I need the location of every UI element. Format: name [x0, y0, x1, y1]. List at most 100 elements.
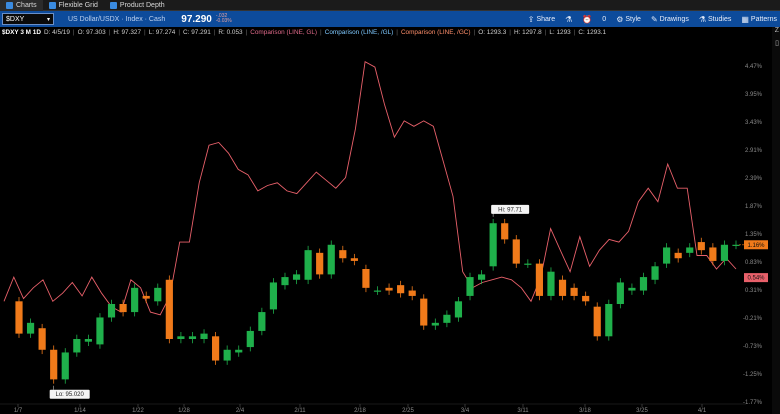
candle-down[interactable]: [316, 252, 324, 275]
candle-up[interactable]: [663, 247, 671, 264]
candle-up[interactable]: [373, 290, 382, 292]
alert-icon[interactable]: ⏰: [582, 15, 592, 24]
candle-up[interactable]: [84, 339, 92, 342]
separator: |: [72, 29, 75, 36]
candle-down[interactable]: [15, 301, 23, 334]
candle-down[interactable]: [362, 269, 370, 288]
candle-up[interactable]: [443, 314, 451, 323]
candle-up[interactable]: [96, 317, 104, 345]
tab-charts[interactable]: Charts: [0, 0, 43, 11]
candle-up[interactable]: [107, 304, 116, 318]
candle-down[interactable]: [582, 295, 590, 302]
share-button[interactable]: ⇪ Share: [528, 15, 555, 24]
candle-up[interactable]: [327, 244, 335, 275]
comparison-3-close: C: 1293.1: [578, 29, 607, 36]
candle-down[interactable]: [512, 239, 520, 264]
candle-down[interactable]: [165, 279, 173, 339]
comparison-2-label[interactable]: Comparison (LINE, /GL): [325, 29, 394, 36]
candle-up[interactable]: [235, 349, 243, 353]
x-tick-label: 3/11: [517, 408, 529, 414]
candle-up[interactable]: [651, 266, 659, 280]
expand-icon[interactable]: Ζ: [775, 27, 779, 34]
x-tick-label: 4/1: [698, 408, 707, 414]
flask-icon[interactable]: ⚗: [565, 15, 572, 24]
candle-up[interactable]: [131, 287, 139, 313]
candle-down[interactable]: [697, 242, 705, 251]
pattern-icon: ▦: [741, 14, 749, 24]
candle-down[interactable]: [593, 306, 601, 337]
candle-up[interactable]: [223, 349, 231, 361]
style-button[interactable]: ⚙ Style: [616, 15, 641, 24]
candle-up[interactable]: [269, 282, 278, 310]
candle-down[interactable]: [142, 295, 150, 299]
candle-up[interactable]: [720, 244, 729, 261]
separator: |: [108, 29, 111, 36]
x-tick-label: 2/11: [294, 408, 306, 414]
separator: |: [320, 29, 322, 36]
candle-up[interactable]: [477, 274, 486, 280]
candle-down[interactable]: [408, 290, 416, 296]
symbol-input[interactable]: $DXY ▾: [2, 13, 54, 25]
comparison-3-low: L: 1293: [549, 29, 571, 36]
candle-up[interactable]: [605, 304, 613, 337]
comparison-1-label[interactable]: Comparison (LINE, GL): [250, 29, 317, 36]
candle-up[interactable]: [292, 274, 301, 280]
separator: |: [144, 29, 146, 36]
candle-down[interactable]: [38, 328, 46, 350]
candle-down[interactable]: [501, 223, 509, 240]
candle-up[interactable]: [281, 277, 289, 286]
candle-up[interactable]: [304, 250, 312, 280]
candle-down[interactable]: [558, 279, 567, 296]
candle-down[interactable]: [535, 263, 543, 296]
candle-down[interactable]: [339, 250, 347, 259]
candle-up[interactable]: [246, 330, 254, 348]
candle-down[interactable]: [674, 252, 682, 259]
candle-up[interactable]: [200, 333, 208, 339]
candle-up[interactable]: [73, 339, 81, 353]
candle-up[interactable]: [466, 277, 474, 296]
candle-up[interactable]: [454, 301, 463, 318]
candle-up[interactable]: [177, 336, 185, 339]
candle-up[interactable]: [732, 244, 740, 246]
info-range: R: 0.053: [218, 29, 243, 36]
change-percent: -0.03%: [215, 18, 232, 24]
candle-down[interactable]: [397, 285, 405, 294]
candle-down[interactable]: [570, 287, 578, 296]
candle-up[interactable]: [524, 263, 532, 265]
candle-down[interactable]: [50, 349, 58, 380]
candle-up[interactable]: [188, 336, 197, 339]
candle-up[interactable]: [489, 223, 497, 267]
x-tick-label: 3/25: [636, 408, 648, 414]
comparison-3-label[interactable]: Comparison (LINE, /GC): [401, 29, 471, 36]
candle-up[interactable]: [431, 322, 439, 326]
candle-down[interactable]: [385, 287, 393, 291]
price-chart[interactable]: 4.47% 3.95% 3.43% 2.91% 2.39% 1.87% 1.35% 0.83%…: [0, 38, 772, 414]
candle-up[interactable]: [258, 312, 266, 331]
comparison-3-open: O: 1293.3: [478, 29, 507, 36]
y-tick-label: 3.43%: [745, 120, 763, 126]
collapse-icon[interactable]: ▯: [775, 39, 779, 47]
y-tick-label: 1.87%: [745, 204, 763, 210]
candle-up[interactable]: [154, 287, 162, 302]
tab-flexible-grid[interactable]: Flexible Grid: [43, 0, 104, 11]
alert-count[interactable]: 0: [602, 16, 606, 23]
studies-button[interactable]: ⚗ Studies: [699, 15, 732, 24]
y-tick-label: -1.77%: [743, 400, 763, 406]
candle-up[interactable]: [26, 322, 35, 334]
separator: |: [245, 29, 248, 36]
patterns-button[interactable]: ▦ Patterns: [741, 15, 777, 24]
tab-product-depth[interactable]: Product Depth: [104, 0, 171, 11]
candle-down[interactable]: [350, 258, 358, 261]
candle-up[interactable]: [686, 247, 694, 253]
drawings-button[interactable]: ✎ Drawings: [651, 15, 689, 24]
candle-up[interactable]: [628, 287, 636, 291]
candle-down[interactable]: [420, 298, 428, 326]
candle-up[interactable]: [61, 352, 69, 380]
candle-down[interactable]: [212, 336, 220, 361]
candle-up[interactable]: [547, 271, 555, 296]
candle-down[interactable]: [709, 247, 717, 261]
candle-up[interactable]: [616, 282, 624, 304]
x-tick-label: 1/28: [178, 408, 190, 414]
candle-down[interactable]: [119, 304, 127, 313]
candle-up[interactable]: [639, 277, 648, 291]
